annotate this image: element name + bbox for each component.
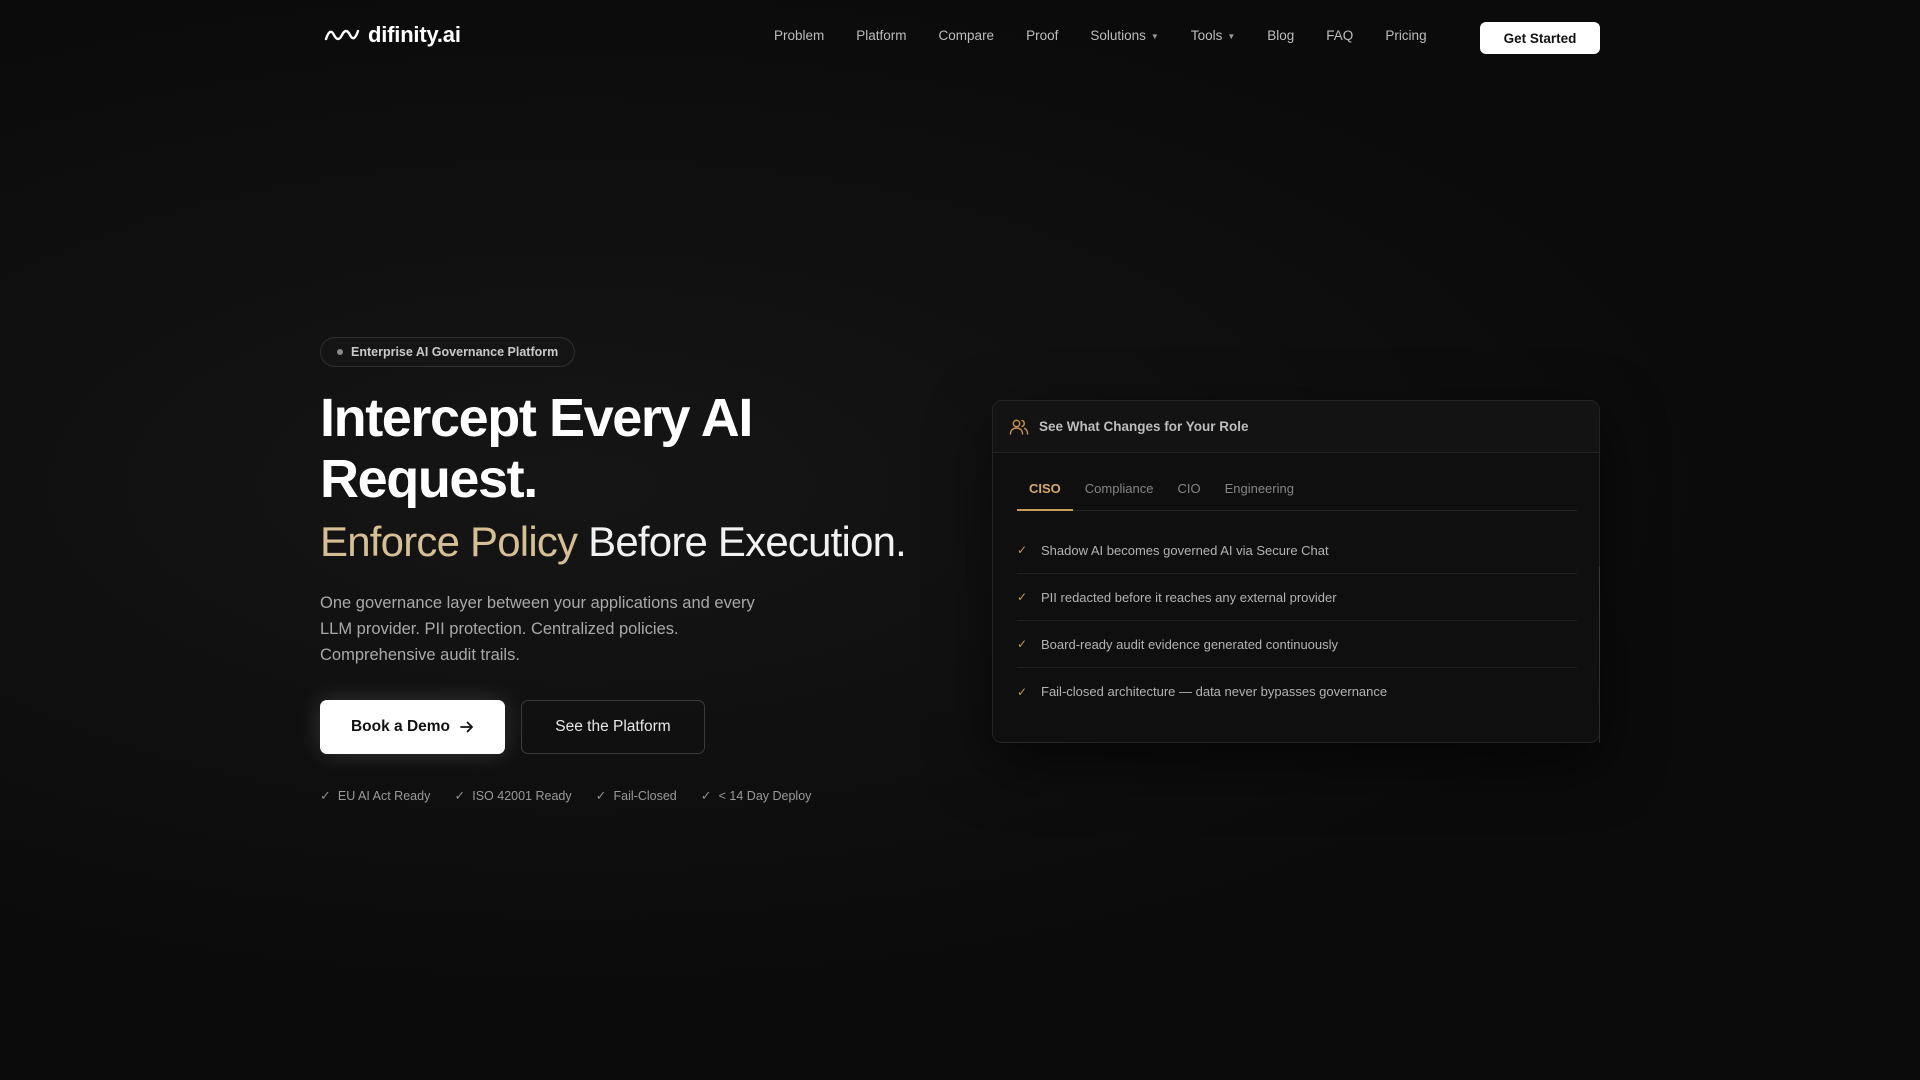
trust-item: ✓ EU AI Act Ready <box>320 788 430 804</box>
nav-link-label: Platform <box>856 28 907 43</box>
hero-badge: Enterprise AI Governance Platform <box>320 337 576 367</box>
list-item-text: PII redacted before it reaches any exter… <box>1041 589 1337 605</box>
nav-link-pricing[interactable]: Pricing <box>1385 28 1426 43</box>
book-demo-button[interactable]: Book a Demo <box>320 700 505 754</box>
badge-label: Enterprise AI Governance Platform <box>351 345 559 359</box>
nav-link-problem[interactable]: Problem <box>774 28 824 43</box>
hero-subtitle-accent: Enforce Policy <box>320 518 578 565</box>
hero-subtitle-rest: Before Execution. <box>577 518 907 565</box>
hero-description-line: One governance layer between your applic… <box>320 594 755 612</box>
wave-icon <box>324 29 360 41</box>
chevron-down-icon: ▼ <box>1227 32 1236 41</box>
trust-item: ✓ ISO 42001 Ready <box>454 788 571 804</box>
list-item-text: Shadow AI becomes governed AI via Secure… <box>1041 542 1329 558</box>
role-card-header: See What Changes for Your Role <box>993 401 1599 453</box>
hero-title-line1: Intercept Every AI <box>320 388 753 448</box>
see-platform-button[interactable]: See the Platform <box>521 700 705 754</box>
role-benefits-list: ✓ Shadow AI becomes governed AI via Secur… <box>1017 527 1577 715</box>
nav-link-label: FAQ <box>1326 28 1354 43</box>
tab-ciso[interactable]: CISO <box>1017 481 1073 511</box>
brand-name: difinity.ai <box>368 22 461 47</box>
nav-link-label: Compare <box>938 28 995 43</box>
brand-logo[interactable]: difinity.ai <box>324 20 461 50</box>
chevron-down-icon: ▼ <box>1150 32 1159 41</box>
tab-cio[interactable]: CIO <box>1165 481 1212 511</box>
nav-link-tools[interactable]: Tools ▼ <box>1191 28 1235 43</box>
check-icon: ✓ <box>1017 637 1028 651</box>
card-edge-highlight <box>1599 567 1600 743</box>
role-tabs: CISO Compliance CIO Engineering <box>1017 481 1577 511</box>
nav-link-label: Problem <box>774 28 825 43</box>
dot-icon <box>337 349 343 355</box>
arrow-right-icon <box>460 721 473 733</box>
tab-compliance[interactable]: Compliance <box>1073 481 1166 511</box>
trust-badges: ✓ EU AI Act Ready ✓ ISO 42001 Ready ✓ Fail-… <box>320 788 811 804</box>
check-icon: ✓ <box>320 788 331 803</box>
users-icon <box>1009 419 1029 435</box>
book-demo-label: Book a Demo <box>350 718 451 735</box>
check-icon: ✓ <box>700 788 712 803</box>
trust-label: Fail-Closed <box>613 789 677 803</box>
list-item: ✓ Shadow AI becomes governed AI via Secur… <box>1017 527 1577 574</box>
hero-description: One governance layer between your applic… <box>320 590 790 668</box>
get-started-button[interactable]: Get Started <box>1480 22 1600 54</box>
check-icon: ✓ <box>1017 543 1028 557</box>
nav-link-compare[interactable]: Compare <box>939 28 995 43</box>
trust-item: ✓ < 14 Day Deploy <box>701 788 812 804</box>
nav-link-proof[interactable]: Proof <box>1026 28 1058 43</box>
role-card-title: See What Changes for Your Role <box>1039 419 1249 434</box>
top-nav: difinity.ai Problem Platform Compare Pro… <box>0 0 1920 76</box>
nav-link-blog[interactable]: Blog <box>1267 28 1294 43</box>
nav-link-label: Tools <box>1190 28 1223 43</box>
hero-description-line: LLM provider. PII protection. Centralize… <box>320 620 679 638</box>
hero-title: Intercept Every AI Request. <box>320 388 960 510</box>
list-item-text: Board-ready audit evidence generated con… <box>1041 636 1339 652</box>
check-icon: ✓ <box>454 788 466 803</box>
nav-link-label: Blog <box>1267 28 1295 43</box>
role-card: See What Changes for Your Role CISO Comp… <box>992 400 1600 743</box>
hero-subtitle: Enforce Policy Before Execution. <box>320 515 1020 569</box>
list-item: ✓ Fail-closed architecture — data never b… <box>1017 668 1577 715</box>
trust-item: ✓ Fail-Closed <box>596 788 677 804</box>
nav-link-faq[interactable]: FAQ <box>1326 28 1353 43</box>
list-item: ✓ Board-ready audit evidence generated co… <box>1017 621 1577 668</box>
tab-engineering[interactable]: Engineering <box>1213 481 1306 511</box>
nav-link-label: Proof <box>1026 28 1059 43</box>
list-item: ✓ PII redacted before it reaches any exte… <box>1017 574 1577 621</box>
hero-title-line2: Request. <box>320 449 538 509</box>
check-icon: ✓ <box>1017 684 1028 699</box>
nav-link-platform[interactable]: Platform <box>856 28 906 43</box>
list-item-text: Fail-closed architecture — data never by… <box>1041 684 1388 699</box>
hero-description-line: Comprehensive audit trails. <box>320 646 520 664</box>
trust-label: EU AI Act Ready <box>337 789 431 803</box>
nav-link-solutions[interactable]: Solutions ▼ <box>1090 28 1158 43</box>
nav-link-label: Pricing <box>1385 28 1427 43</box>
check-icon: ✓ <box>595 788 607 803</box>
nav-links: Problem Platform Compare Proof Solutions… <box>774 28 1459 43</box>
nav-link-label: Solutions <box>1090 28 1146 43</box>
trust-label: ISO 42001 Ready <box>472 789 572 803</box>
check-icon: ✓ <box>1017 590 1028 604</box>
trust-label: < 14 Day Deploy <box>718 789 812 803</box>
